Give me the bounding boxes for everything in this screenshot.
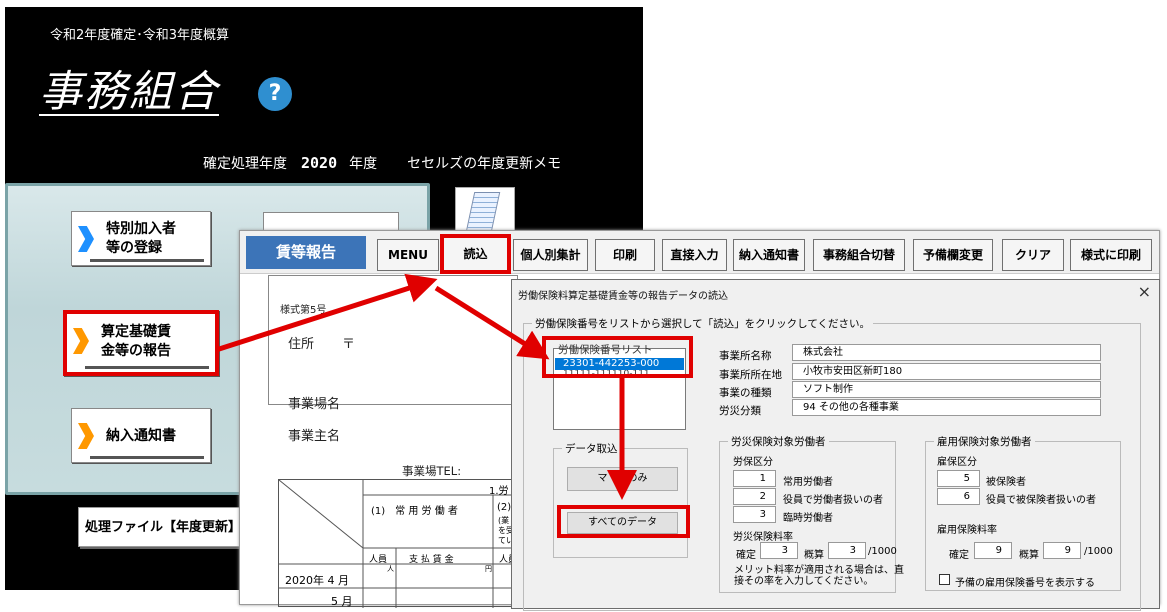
close-icon[interactable]: × bbox=[1138, 282, 1151, 301]
individual-summary-button[interactable]: 個人別集計 bbox=[513, 239, 588, 271]
confirmed-label: 確定 bbox=[949, 550, 969, 561]
estimate-rate-field[interactable]: 3 bbox=[828, 542, 866, 559]
per-unit-label: /1000 bbox=[1084, 546, 1113, 557]
clear-button[interactable]: クリア bbox=[1002, 239, 1064, 271]
category-item-label: 役員で労働者扱いの者 bbox=[783, 495, 883, 506]
category-number[interactable]: 3 bbox=[733, 506, 776, 523]
confirmed-rate-field[interactable]: 3 bbox=[760, 542, 798, 559]
instruction-text: 労働保険番号をリストから選択して「読込」をクリックしてください。 bbox=[532, 316, 874, 331]
grid-row-label: 2020年 4 月 bbox=[285, 574, 349, 587]
accident-class-field[interactable]: 94 その他の各種事業 bbox=[792, 399, 1101, 416]
rate-label: 労災保険料率 bbox=[733, 532, 793, 543]
fiscal-year-row: 確定処理年度 2020 年度 セセルズの年度更新メモ bbox=[203, 153, 561, 173]
import-group-caption: データ取込 bbox=[562, 441, 621, 456]
grid-col1-label: (1) 常 用 労 働 者 bbox=[371, 506, 458, 517]
fiscal-label: 確定処理年度 bbox=[203, 156, 287, 172]
office-address-field[interactable]: 小牧市安田区新町180 bbox=[792, 363, 1101, 380]
report-title: 賃等報告 bbox=[246, 236, 366, 269]
category-item-label: 臨時労働者 bbox=[783, 513, 833, 524]
menu-button-label: 特別加入者 等の登録 bbox=[106, 221, 176, 256]
confirmed-label: 確定 bbox=[736, 550, 756, 561]
grid-top-label: 1.労 bbox=[489, 486, 509, 497]
unit-person: 人 bbox=[387, 565, 394, 573]
union-switch-button[interactable]: 事務組合切替 bbox=[813, 239, 905, 271]
category-item-label: 役員で被保険者扱いの者 bbox=[986, 495, 1096, 506]
memo-link[interactable]: セセルズの年度更新メモ bbox=[407, 156, 561, 172]
info-label: 事業の種類 bbox=[719, 387, 772, 399]
merit-rate-note: メリット料率が適用される場合は、直 接その率を入力してください。 bbox=[734, 565, 904, 587]
estimate-label: 概算 bbox=[1019, 550, 1039, 561]
special-member-registration-button[interactable]: 特別加入者 等の登録 bbox=[71, 211, 211, 266]
menu-button-label: 算定基礎賃 金等の報告 bbox=[101, 324, 171, 359]
grid-head-people: 人員 bbox=[369, 555, 388, 565]
year-label: 令和2年度確定･令和3年度概算 bbox=[50, 28, 230, 43]
estimate-label: 概算 bbox=[804, 550, 824, 561]
dialog-title: 労働保険料算定基礎賃金等の報告データの読込 bbox=[518, 291, 728, 302]
category-number[interactable]: 6 bbox=[937, 488, 980, 505]
partial-import-button[interactable]: マ のみ bbox=[567, 467, 678, 491]
payment-notice-toolbar-button[interactable]: 納入通知書 bbox=[733, 239, 805, 271]
load-button[interactable]: 読込 bbox=[440, 234, 511, 274]
wage-grid: 1.労 (1) 常 用 労 働 者 (2) (業 を受 てい 人員 支 払 賃 … bbox=[278, 479, 519, 608]
info-label: 労災分類 bbox=[719, 405, 761, 417]
load-dialog: 労働保険料算定基礎賃金等の報告データの読込 × 労働保険番号をリストから選択して… bbox=[511, 279, 1160, 611]
estimate-rate-field[interactable]: 9 bbox=[1043, 542, 1081, 559]
tel-label: 事業場TEL: bbox=[402, 464, 462, 478]
workers-group-caption: 労災保険対象労働者 bbox=[728, 434, 829, 449]
all-data-highlight-frame bbox=[557, 505, 690, 538]
print-button[interactable]: 印刷 bbox=[595, 239, 655, 271]
button-underline bbox=[90, 456, 204, 459]
list-highlight-frame bbox=[542, 336, 693, 378]
app-title: 事務組合 bbox=[39, 67, 219, 117]
year-unit: 年度 bbox=[349, 156, 378, 172]
info-label: 事業所所在地 bbox=[719, 369, 782, 381]
employment-group-caption: 雇用保険対象労働者 bbox=[934, 434, 1035, 449]
help-icon[interactable]: ? bbox=[258, 77, 292, 111]
chevron-right-icon bbox=[78, 423, 94, 449]
confirmed-rate-field[interactable]: 9 bbox=[974, 542, 1012, 559]
office-name-field[interactable]: 株式会社 bbox=[792, 344, 1101, 361]
grid-col2-label: (2) bbox=[497, 502, 512, 513]
rate-label: 雇用保険料率 bbox=[937, 525, 997, 536]
import-group: データ取込 bbox=[553, 441, 688, 558]
direct-input-button[interactable]: 直接入力 bbox=[662, 239, 727, 271]
business-name-label: 事業場名 bbox=[288, 397, 341, 412]
toolbar: 賃等報告 MENU 読込 個人別集計 印刷 直接入力 納入通知書 事務組合切替 … bbox=[240, 231, 1159, 274]
print-to-form-button[interactable]: 様式に印刷 bbox=[1070, 239, 1152, 271]
address-label: 住所 bbox=[288, 337, 315, 352]
postal-mark: 〒 bbox=[342, 337, 356, 352]
button-underline bbox=[85, 366, 209, 369]
category-number[interactable]: 5 bbox=[937, 470, 980, 487]
menu-button[interactable]: MENU bbox=[377, 239, 439, 271]
business-type-field[interactable]: ソフト制作 bbox=[792, 381, 1101, 398]
owner-label: 事業主名 bbox=[288, 429, 341, 444]
spare-number-checkbox[interactable] bbox=[939, 574, 950, 585]
category-label: 雇保区分 bbox=[937, 457, 977, 468]
grid-row-label: 5 月 bbox=[331, 595, 353, 608]
checkbox-label: 予備の雇用保険番号を表示する bbox=[955, 578, 1095, 589]
spare-column-change-button[interactable]: 予備欄変更 bbox=[913, 239, 993, 271]
chevron-right-icon bbox=[78, 226, 94, 252]
category-label: 労保区分 bbox=[733, 457, 773, 468]
button-underline bbox=[90, 259, 204, 262]
per-unit-label: /1000 bbox=[868, 546, 897, 557]
fiscal-year: 2020 bbox=[301, 154, 338, 172]
process-file-button[interactable]: 処理ファイル【年度更新】 bbox=[78, 507, 248, 547]
category-number[interactable]: 1 bbox=[733, 470, 776, 487]
wage-report-button[interactable]: 算定基礎賃 金等の報告 bbox=[63, 310, 219, 376]
category-number[interactable]: 2 bbox=[733, 488, 776, 505]
grid-head-wage: 支 払 賃 金 bbox=[409, 555, 454, 565]
category-item-label: 常用労働者 bbox=[783, 477, 833, 488]
payment-notice-button[interactable]: 納入通知書 bbox=[71, 408, 211, 463]
unit-yen: 円 bbox=[485, 565, 492, 573]
info-label: 事業所名称 bbox=[719, 350, 772, 362]
chevron-right-icon bbox=[73, 328, 89, 354]
menu-button-label: 納入通知書 bbox=[106, 428, 176, 444]
category-item-label: 被保険者 bbox=[986, 477, 1026, 488]
